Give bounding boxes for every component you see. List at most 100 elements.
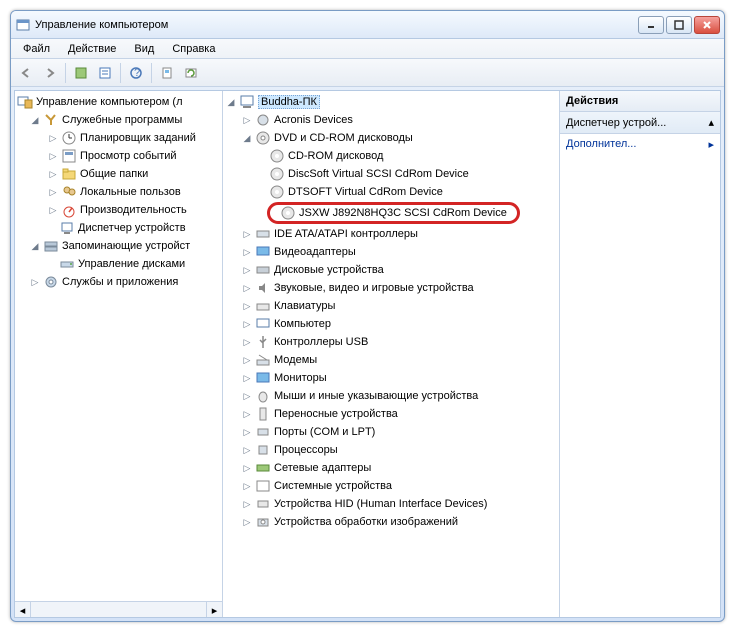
ide-icon: [255, 226, 271, 242]
menu-file[interactable]: Файл: [15, 41, 58, 57]
left-scheduler[interactable]: ▷ Планировщик заданий: [17, 129, 220, 147]
cdrom-icon: [269, 148, 285, 164]
expander-icon[interactable]: ▷: [47, 168, 59, 180]
expander-icon[interactable]: ▷: [47, 132, 59, 144]
dev-computer[interactable]: ▷Компьютер: [225, 315, 557, 333]
left-eventviewer[interactable]: ▷ Просмотр событий: [17, 147, 220, 165]
left-root[interactable]: Управление компьютером (л: [17, 93, 220, 111]
tb-icon-help[interactable]: ?: [125, 62, 147, 84]
disk-icon: [59, 256, 75, 272]
left-performance[interactable]: ▷ Производительность: [17, 201, 220, 219]
usb-icon: [255, 334, 271, 350]
close-button[interactable]: [694, 16, 720, 34]
back-button[interactable]: [15, 62, 37, 84]
forward-button[interactable]: [39, 62, 61, 84]
dev-network[interactable]: ▷Сетевые адаптеры: [225, 459, 557, 477]
dev-discsoft[interactable]: DiscSoft Virtual SCSI CdRom Device: [225, 165, 557, 183]
tb-icon-refresh[interactable]: [180, 62, 202, 84]
dev-ide[interactable]: ▷IDE ATA/ATAPI контроллеры: [225, 225, 557, 243]
scroll-right[interactable]: ▸: [206, 602, 222, 617]
svg-text:?: ?: [134, 67, 140, 79]
left-services[interactable]: ▷ Службы и приложения: [17, 273, 220, 291]
folder-icon: [61, 166, 77, 182]
tb-icon-scan[interactable]: [156, 62, 178, 84]
audio-icon: [255, 280, 271, 296]
window-title: Управление компьютером: [35, 19, 638, 31]
menubar: Файл Действие Вид Справка: [11, 39, 724, 59]
left-tree-panel: Управление компьютером (л ◢ Служебные пр…: [15, 91, 223, 617]
expander-icon[interactable]: ▷: [29, 276, 41, 288]
expander-icon[interactable]: ▷: [47, 186, 59, 198]
actions-devmgr[interactable]: Диспетчер устрой... ▴: [560, 112, 720, 134]
content-area: Управление компьютером (л ◢ Служебные пр…: [14, 90, 721, 618]
maximize-button[interactable]: [666, 16, 692, 34]
device-tree-panel: ◢ Buddha-ПК ▷Acronis Devices ◢DVD и CD-R…: [223, 91, 560, 617]
mouse-icon: [255, 388, 271, 404]
modem-icon: [255, 352, 271, 368]
left-diskmgmt[interactable]: Управление дисками: [17, 255, 220, 273]
services-icon: [43, 274, 59, 290]
camera-icon: [255, 514, 271, 530]
disk-icon: [255, 262, 271, 278]
clock-icon: [61, 130, 77, 146]
cdrom-icon: [269, 166, 285, 182]
tools-icon: [43, 112, 59, 128]
menu-action[interactable]: Действие: [60, 41, 124, 57]
dev-cpu[interactable]: ▷Процессоры: [225, 441, 557, 459]
dev-system[interactable]: ▷Системные устройства: [225, 477, 557, 495]
expander-icon[interactable]: ▷: [47, 150, 59, 162]
highlighted-device[interactable]: JSXW J892N8HQ3C SCSI CdRom Device: [267, 202, 520, 224]
dev-dvd-category[interactable]: ◢DVD и CD-ROM дисководы: [225, 129, 557, 147]
port-icon: [255, 424, 271, 440]
left-systools[interactable]: ◢ Служебные программы: [17, 111, 220, 129]
dev-imaging[interactable]: ▷Устройства обработки изображений: [225, 513, 557, 531]
computer-mgmt-icon: [17, 94, 33, 110]
chevron-right-icon: ▸: [708, 138, 714, 151]
dev-root[interactable]: ◢ Buddha-ПК: [225, 93, 557, 111]
hid-icon: [255, 496, 271, 512]
dev-modems[interactable]: ▷Модемы: [225, 351, 557, 369]
cdrom-icon: [280, 205, 296, 221]
dev-audio[interactable]: ▷Звуковые, видео и игровые устройства: [225, 279, 557, 297]
dev-video[interactable]: ▷Видеоадаптеры: [225, 243, 557, 261]
dev-acronis[interactable]: ▷Acronis Devices: [225, 111, 557, 129]
expander-icon[interactable]: ▷: [47, 204, 59, 216]
dev-cdrom[interactable]: CD-ROM дисковод: [225, 147, 557, 165]
dev-mice[interactable]: ▷Мыши и иные указывающие устройства: [225, 387, 557, 405]
computer-icon: [255, 316, 271, 332]
left-devicemanager[interactable]: Диспетчер устройств: [17, 219, 220, 237]
perf-icon: [61, 202, 77, 218]
dev-hid[interactable]: ▷Устройства HID (Human Interface Devices…: [225, 495, 557, 513]
dev-disk[interactable]: ▷Дисковые устройства: [225, 261, 557, 279]
toolbar: ?: [11, 59, 724, 87]
menu-help[interactable]: Справка: [164, 41, 223, 57]
scroll-left[interactable]: ◂: [15, 602, 31, 617]
tb-icon-properties[interactable]: [94, 62, 116, 84]
dvd-icon: [255, 130, 271, 146]
dev-ports[interactable]: ▷Порты (COM и LPT): [225, 423, 557, 441]
left-sharedfolders[interactable]: ▷ Общие папки: [17, 165, 220, 183]
menu-view[interactable]: Вид: [126, 41, 162, 57]
dev-usb[interactable]: ▷Контроллеры USB: [225, 333, 557, 351]
expander-icon[interactable]: ◢: [29, 114, 41, 126]
users-icon: [61, 184, 77, 200]
expander-icon[interactable]: ◢: [225, 96, 237, 108]
expander-icon[interactable]: ◢: [29, 240, 41, 252]
display-icon: [255, 244, 271, 260]
dev-keyboard[interactable]: ▷Клавиатуры: [225, 297, 557, 315]
dev-monitors[interactable]: ▷Мониторы: [225, 369, 557, 387]
tb-icon-1[interactable]: [70, 62, 92, 84]
dev-dtsoft[interactable]: DTSOFT Virtual CdRom Device: [225, 183, 557, 201]
window: Управление компьютером Файл Действие Вид…: [10, 10, 725, 622]
actions-more[interactable]: Дополнител... ▸: [560, 134, 720, 155]
minimize-button[interactable]: [638, 16, 664, 34]
devmgr-icon: [59, 220, 75, 236]
network-icon: [255, 460, 271, 476]
expander-icon[interactable]: ◢: [241, 132, 253, 144]
monitor-icon: [255, 370, 271, 386]
left-localusers[interactable]: ▷ Локальные пользов: [17, 183, 220, 201]
cdrom-icon: [269, 184, 285, 200]
dev-portable[interactable]: ▷Переносные устройства: [225, 405, 557, 423]
left-storage[interactable]: ◢ Запоминающие устройст: [17, 237, 220, 255]
collapse-icon: ▴: [708, 116, 714, 129]
